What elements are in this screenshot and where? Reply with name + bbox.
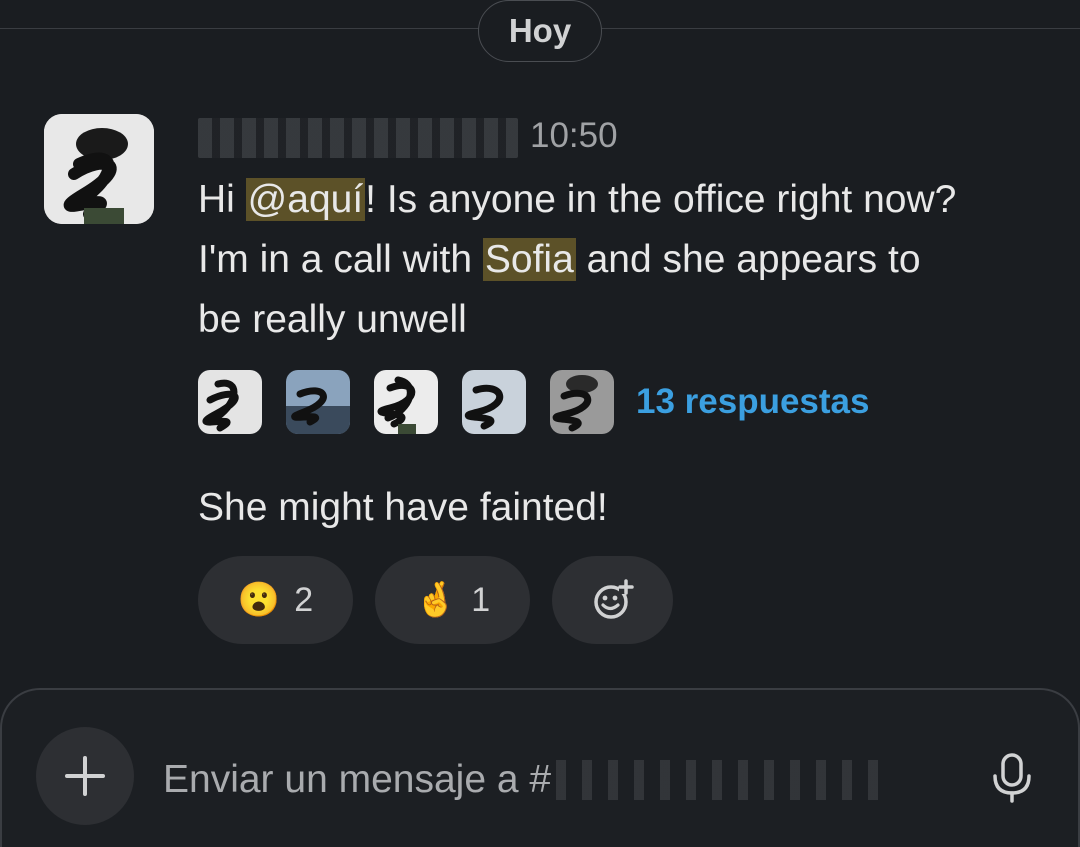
message-text: Hi @aquí! Is anyone in the office right … xyxy=(198,170,958,350)
add-reaction-icon xyxy=(593,579,634,619)
reaction-count: 1 xyxy=(471,580,491,619)
avatar-image xyxy=(44,114,154,224)
followup-message-text: She might have fainted! xyxy=(198,486,608,529)
message-timestamp[interactable]: 10:50 xyxy=(530,116,618,156)
thread-participant-avatar xyxy=(286,370,350,434)
crossed-fingers-icon: 🤞 xyxy=(414,581,458,619)
attach-plus-button[interactable] xyxy=(36,727,134,825)
add-reaction-button[interactable] xyxy=(552,556,673,644)
thread-participant-avatar xyxy=(550,370,614,434)
message-text-part: Hi xyxy=(198,178,246,221)
voice-message-button[interactable] xyxy=(984,748,1040,808)
channel-name-redacted xyxy=(556,760,886,800)
sender-name-redacted[interactable] xyxy=(198,118,518,158)
thread-participant-avatar xyxy=(198,370,262,434)
slack-channel-view: Hoy 10:50 Hi @aquí! Is anyone in the off… xyxy=(0,0,1080,847)
thread-replies-link[interactable]: 13 respuestas xyxy=(636,382,869,422)
astonished-face-icon: 😮 xyxy=(237,581,281,619)
sender-avatar[interactable] xyxy=(44,114,154,224)
reaction-astonished[interactable]: 😮 2 xyxy=(198,556,353,644)
reaction-crossed-fingers[interactable]: 🤞 1 xyxy=(375,556,530,644)
microphone-icon xyxy=(993,753,1031,803)
mention-here[interactable]: @aquí xyxy=(245,178,366,221)
date-divider-pill[interactable]: Hoy xyxy=(478,0,602,62)
plus-icon xyxy=(65,756,105,796)
mention-user[interactable]: Sofia xyxy=(482,238,576,281)
reaction-count: 2 xyxy=(294,580,314,619)
thread-participant-avatar xyxy=(374,370,438,434)
thread-participant-avatar xyxy=(462,370,526,434)
thread-summary[interactable]: 13 respuestas xyxy=(198,368,869,436)
